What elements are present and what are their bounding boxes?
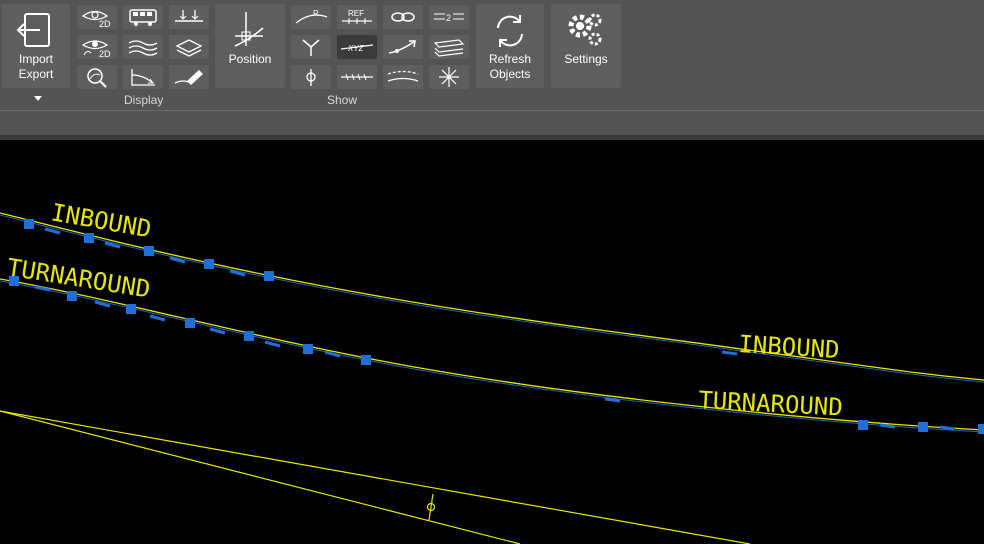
refresh-icon bbox=[497, 15, 523, 47]
tool-diagonal-arrow[interactable] bbox=[383, 35, 423, 59]
tool-y-junction[interactable] bbox=[291, 35, 331, 59]
star-burst-icon bbox=[439, 67, 459, 87]
chevron-down-icon[interactable] bbox=[34, 96, 42, 101]
inbound-label-left: INBOUND bbox=[49, 198, 153, 243]
tool-eye-2d[interactable]: 2D bbox=[77, 5, 117, 29]
bus-icon bbox=[129, 9, 157, 26]
eye-2d-alt-icon: 2D bbox=[81, 40, 111, 59]
position-button[interactable]: Position bbox=[215, 4, 285, 88]
arrows-down-icon bbox=[175, 10, 203, 22]
cross-tick bbox=[428, 493, 434, 521]
gears-icon bbox=[568, 13, 602, 46]
svg-text:R: R bbox=[313, 9, 319, 18]
tool-bus[interactable] bbox=[123, 5, 163, 29]
tool-stacked-layers[interactable] bbox=[429, 35, 469, 59]
settings-label: Settings bbox=[564, 52, 608, 66]
ribbon-subbar bbox=[0, 111, 984, 135]
position-icon bbox=[234, 12, 264, 47]
settings-button[interactable]: Settings bbox=[551, 4, 621, 88]
inbound-label-right: INBOUND bbox=[738, 330, 841, 364]
diagonal-arrow-icon bbox=[388, 40, 416, 54]
xyz-line-icon: XYZ bbox=[340, 44, 374, 53]
edge-line-upper[interactable] bbox=[0, 410, 751, 544]
tool-circle-bar[interactable] bbox=[291, 65, 331, 89]
tool-eraser-pen[interactable] bbox=[169, 65, 209, 89]
svg-text:2: 2 bbox=[446, 13, 451, 23]
refresh-label: Refresh bbox=[488, 52, 532, 66]
curve-r-icon: R bbox=[295, 9, 328, 24]
import-export-icon bbox=[16, 13, 50, 47]
ref-line-icon: REF bbox=[342, 9, 372, 24]
layered-plates-icon bbox=[175, 39, 203, 57]
turnaround-label-right: TURNAROUND bbox=[698, 386, 844, 422]
double-line-2-icon: 2 bbox=[434, 13, 464, 23]
chain-link-icon bbox=[391, 12, 415, 22]
refresh-objects-button[interactable]: Refresh Objects bbox=[476, 4, 544, 88]
svg-text:XYZ: XYZ bbox=[347, 44, 365, 53]
tool-zoom-search[interactable] bbox=[77, 65, 117, 89]
svg-text:2D: 2D bbox=[99, 49, 111, 59]
zoom-search-icon bbox=[87, 68, 107, 88]
tool-star-burst[interactable] bbox=[429, 65, 469, 89]
svg-text:REF: REF bbox=[348, 9, 364, 18]
tool-chain-link[interactable] bbox=[383, 5, 423, 29]
tool-layered-plates[interactable] bbox=[169, 35, 209, 59]
tool-dashed-curve[interactable] bbox=[383, 65, 423, 89]
y-junction-icon bbox=[302, 39, 320, 56]
display-group-label: Display bbox=[124, 93, 164, 107]
eraser-pen-icon bbox=[174, 70, 203, 85]
tool-curve-axes[interactable] bbox=[123, 65, 163, 89]
tool-hatched-line[interactable] bbox=[337, 65, 377, 89]
tool-ref-line[interactable]: REF bbox=[337, 5, 377, 29]
tool-curve-r[interactable]: R bbox=[291, 5, 331, 29]
circle-bar-icon bbox=[306, 69, 316, 86]
stacked-layers-icon bbox=[433, 39, 465, 57]
tool-eye-2d-alt[interactable]: 2D bbox=[77, 35, 117, 59]
svg-text:2D: 2D bbox=[99, 19, 111, 29]
curve-axes-icon bbox=[131, 69, 155, 86]
dashed-curve-icon bbox=[387, 70, 419, 82]
hatched-line-icon bbox=[341, 73, 373, 81]
edge-line-lower[interactable] bbox=[0, 410, 521, 544]
tool-arrows-down[interactable] bbox=[169, 5, 209, 29]
objects-label: Objects bbox=[489, 67, 531, 81]
tool-wavy-lines[interactable] bbox=[123, 35, 163, 59]
wavy-lines-icon bbox=[128, 40, 158, 56]
show-group-label: Show bbox=[327, 93, 358, 107]
tool-xyz-line[interactable]: XYZ bbox=[337, 35, 377, 59]
export-label: Export bbox=[18, 67, 54, 81]
turnaround-label-left: TURNAROUND bbox=[5, 253, 152, 303]
tool-double-line-2[interactable]: 2 bbox=[429, 5, 469, 29]
eye-2d-icon: 2D bbox=[81, 10, 111, 29]
position-label: Position bbox=[228, 52, 272, 66]
import-export-button[interactable]: Import Export bbox=[2, 4, 70, 88]
drawing-canvas[interactable]: INBOUND TURNAROUND INBOUND TURNAROUND bbox=[0, 140, 984, 544]
import-label: Import bbox=[18, 52, 53, 66]
